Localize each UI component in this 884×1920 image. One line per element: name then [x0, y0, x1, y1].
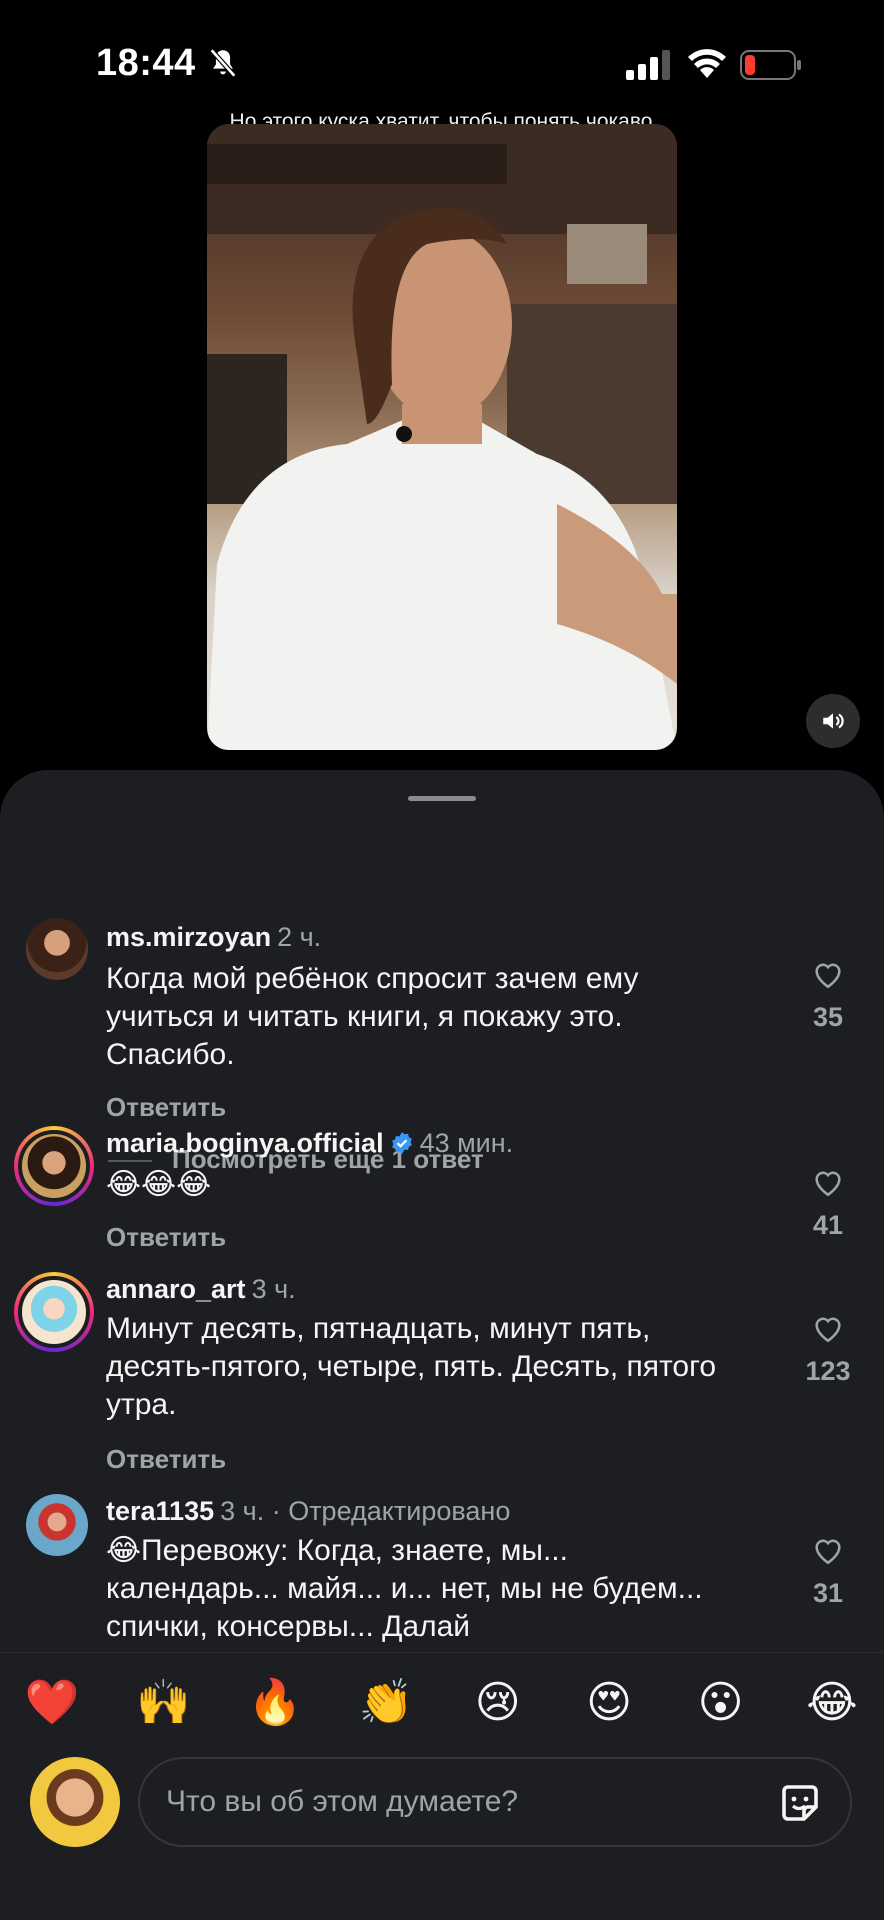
sheet-grabber[interactable]: [408, 796, 476, 801]
like-button[interactable]: 35: [800, 958, 856, 1033]
battery-low-icon: [740, 50, 801, 80]
emoji-heart-button[interactable]: ❤️: [22, 1673, 82, 1733]
heart-icon: [815, 1317, 841, 1343]
heart-icon: [815, 963, 841, 989]
emoji-heart-eyes-button[interactable]: 😍: [579, 1673, 639, 1733]
emoji-laughing-button[interactable]: 😂: [802, 1673, 862, 1733]
like-count: 41: [812, 1210, 844, 1240]
comment-header: maria.boginya.official 43 мин.: [106, 1126, 513, 1160]
comment-text: Минут десять, пятнадцать, минут пять, де…: [106, 1312, 717, 1421]
wifi-icon: [688, 49, 726, 78]
comment-time: 3 ч.: [251, 1274, 296, 1304]
video-frame-illustration: [207, 124, 677, 750]
sticker-icon[interactable]: [776, 1779, 824, 1827]
comment-time: 3 ч. · Отредактировано: [220, 1496, 511, 1526]
reply-button[interactable]: Ответить: [106, 1222, 226, 1253]
quick-reaction-row: ❤️ 🙌 🔥 👏 😢 😍 😮 😂: [22, 1673, 862, 1733]
comment-input-placeholder: Что вы об этом думаете?: [166, 1785, 519, 1818]
comment-header: tera1135 3 ч. · Отредактировано: [106, 1494, 510, 1528]
avatar[interactable]: [26, 1494, 88, 1556]
comment-text: 😂😂😂: [106, 1168, 212, 1201]
like-button[interactable]: 123: [800, 1312, 856, 1387]
comment-time: 2 ч.: [277, 922, 322, 952]
speaker-icon: [823, 713, 844, 729]
comment-text: 😂Перевожу: Когда, знаете, мы... календар…: [106, 1534, 703, 1643]
avatar[interactable]: [14, 1126, 94, 1206]
video-player[interactable]: [207, 124, 677, 750]
like-button[interactable]: 41: [800, 1166, 856, 1241]
emoji-raised-hands-button[interactable]: 🙌: [133, 1673, 193, 1733]
comment-username[interactable]: maria.boginya.official: [106, 1128, 384, 1158]
comment-input[interactable]: Что вы об этом думаете?: [138, 1757, 852, 1847]
comment-username[interactable]: annaro_art: [106, 1274, 246, 1304]
current-user-avatar: [30, 1757, 120, 1847]
comment-header: ms.mirzoyan 2 ч.: [106, 920, 321, 954]
emoji-surprised-button[interactable]: 😮: [691, 1673, 751, 1733]
heart-icon: [815, 1171, 841, 1197]
clock: 18:44: [96, 42, 196, 84]
comment-username[interactable]: ms.mirzoyan: [106, 922, 271, 952]
comment-composer-bar: ❤️ 🙌 🔥 👏 😢 😍 😮 😂 Что вы об этом думаете?: [0, 1652, 884, 1920]
like-count: 123: [805, 1356, 851, 1386]
reply-button[interactable]: Ответить: [106, 1092, 226, 1123]
comment-header: annaro_art 3 ч.: [106, 1272, 296, 1306]
bell-muted-icon: [209, 48, 237, 78]
comment-time: 43 мин.: [419, 1128, 514, 1158]
cellular-signal-icon: [626, 50, 670, 80]
like-count: 31: [812, 1578, 844, 1608]
verified-badge-icon: [391, 1132, 412, 1154]
sound-toggle-button[interactable]: [806, 694, 860, 748]
heart-icon: [815, 1539, 841, 1565]
like-count: 35: [812, 1002, 844, 1032]
divider: [108, 1160, 152, 1163]
status-bar: 18:44: [0, 0, 884, 120]
emoji-clap-button[interactable]: 👏: [356, 1673, 416, 1733]
like-button[interactable]: 31: [800, 1534, 856, 1609]
emoji-fire-button[interactable]: 🔥: [245, 1673, 305, 1733]
reply-button[interactable]: Ответить: [106, 1444, 226, 1475]
avatar[interactable]: [26, 918, 88, 980]
avatar[interactable]: [14, 1272, 94, 1352]
emoji-crying-button[interactable]: 😢: [468, 1673, 528, 1733]
comment-username[interactable]: tera1135: [106, 1496, 214, 1526]
comment-text: Когда мой ребёнок спросит зачем ему учит…: [106, 962, 639, 1071]
